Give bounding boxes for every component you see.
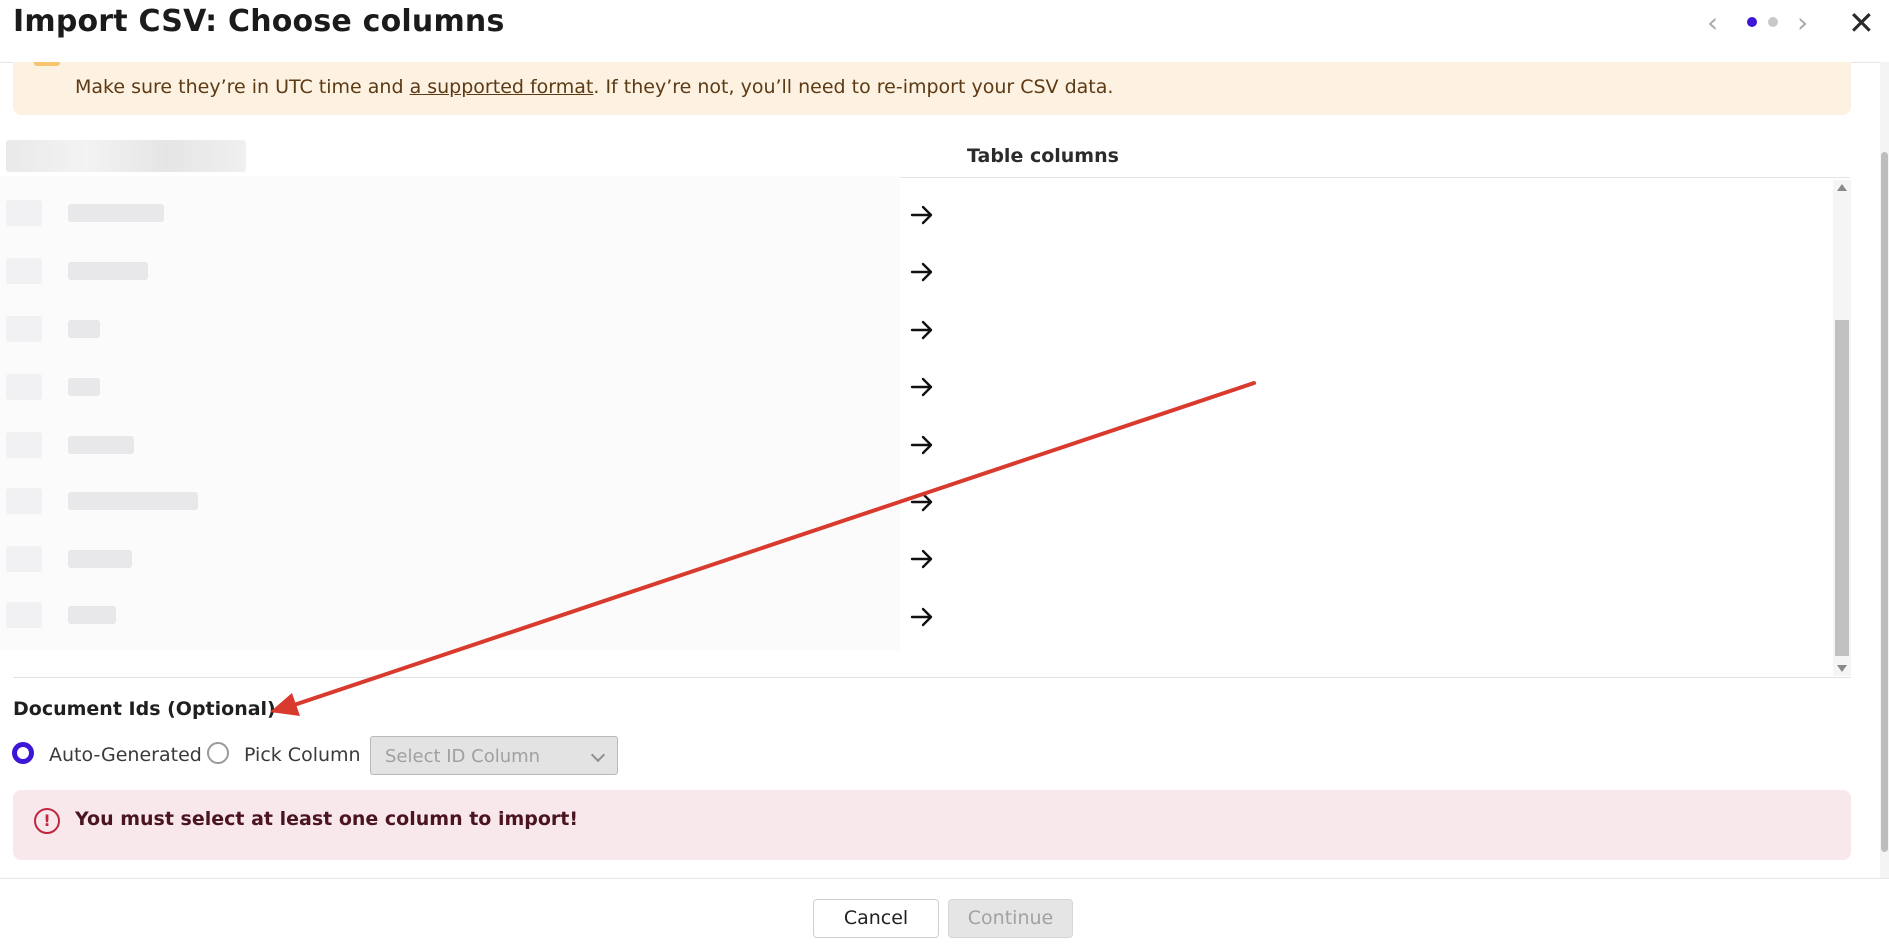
page-title: Import CSV: Choose columns (13, 4, 505, 39)
chevron-right-icon[interactable]: › (1797, 6, 1808, 39)
redacted-column-name (68, 436, 134, 454)
supported-format-link[interactable]: a supported format (410, 76, 594, 98)
warning-accent-mark (34, 62, 60, 66)
modal-header: Import CSV: Choose columns ‹ › ✕ (0, 0, 1889, 63)
arrow-right-icon (910, 320, 933, 340)
redacted-cell (6, 602, 42, 628)
arrow-right-icon (910, 549, 933, 569)
mapping-scrollbar-thumb[interactable] (1835, 320, 1849, 656)
scroll-up-icon[interactable] (1837, 184, 1847, 191)
redacted-column-name (68, 606, 116, 624)
warning-text-before: Make sure they’re in UTC time and (75, 76, 410, 98)
table-columns-heading: Table columns (967, 145, 1119, 167)
redacted-column-name (68, 378, 100, 396)
alert-circle-icon: ! (34, 808, 60, 834)
cancel-button[interactable]: Cancel (813, 899, 939, 938)
warning-text-after: . If they’re not, you’ll need to re-impo… (593, 76, 1114, 98)
page-scrollbar[interactable] (1880, 62, 1889, 878)
csv-column-row (6, 252, 886, 290)
arrow-right-icon (910, 492, 933, 512)
redacted-cell (6, 258, 42, 284)
arrow-right-icon (910, 262, 933, 282)
csv-column-row (6, 540, 886, 578)
id-column-select-value: Select ID Column (385, 746, 541, 767)
redacted-column-name (68, 492, 198, 510)
redacted-column-name (68, 550, 132, 568)
arrow-right-icon (910, 607, 933, 627)
chevron-left-icon[interactable]: ‹ (1707, 6, 1718, 39)
table-columns-divider (900, 177, 1850, 178)
csv-column-row (6, 194, 886, 232)
csv-column-row (6, 426, 886, 464)
id-column-select[interactable]: Select ID Column (370, 736, 618, 775)
footer-divider (0, 878, 1889, 879)
csv-column-list (0, 176, 900, 650)
redacted-cell (6, 546, 42, 572)
csv-columns-header-redacted (6, 140, 246, 172)
warning-text: Make sure they’re in UTC time and a supp… (75, 76, 1113, 98)
redacted-cell (6, 316, 42, 342)
arrow-right-icon (910, 435, 933, 455)
mapping-scrollbar[interactable] (1833, 180, 1851, 676)
redacted-cell (6, 374, 42, 400)
close-icon[interactable]: ✕ (1848, 4, 1875, 42)
csv-column-row (6, 310, 886, 348)
chevron-down-icon (590, 747, 606, 763)
redacted-cell (6, 488, 42, 514)
mapping-divider (13, 677, 1851, 678)
redacted-column-name (68, 204, 164, 222)
csv-column-row (6, 596, 886, 634)
pick-column-radio[interactable] (207, 742, 229, 764)
auto-generated-radio[interactable] (12, 742, 34, 764)
error-banner: ! You must select at least one column to… (13, 790, 1851, 860)
csv-column-row (6, 482, 886, 520)
redacted-column-name (68, 320, 100, 338)
error-message: You must select at least one column to i… (75, 808, 579, 830)
document-ids-heading: Document Ids (Optional) (13, 698, 276, 720)
continue-button[interactable]: Continue (948, 899, 1073, 938)
step-indicator-active (1747, 17, 1757, 27)
warning-banner: Make sure they’re in UTC time and a supp… (13, 62, 1851, 115)
csv-column-row (6, 368, 886, 406)
arrow-right-icon (910, 377, 933, 397)
page-scrollbar-thumb[interactable] (1881, 152, 1888, 852)
auto-generated-label[interactable]: Auto-Generated (49, 744, 202, 766)
redacted-cell (6, 200, 42, 226)
arrow-right-icon (910, 205, 933, 225)
pick-column-label[interactable]: Pick Column (244, 744, 361, 766)
scroll-down-icon[interactable] (1837, 665, 1847, 672)
redacted-cell (6, 432, 42, 458)
step-indicator-inactive (1768, 17, 1778, 27)
redacted-column-name (68, 262, 148, 280)
